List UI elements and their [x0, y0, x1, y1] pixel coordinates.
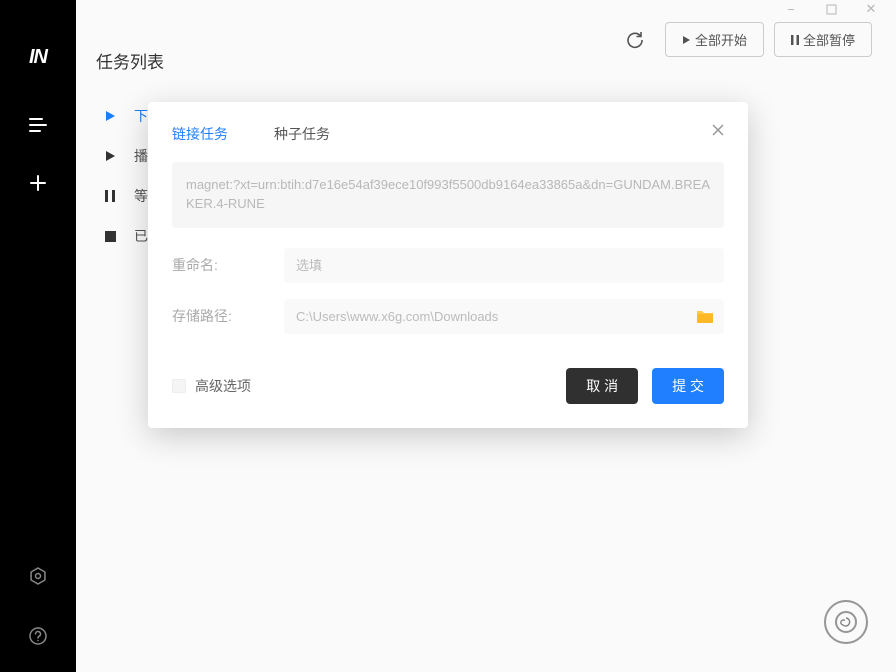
advanced-label: 高级选项	[195, 376, 251, 396]
advanced-options-checkbox[interactable]: 高级选项	[172, 376, 251, 396]
tab-seed-task[interactable]: 种子任务	[274, 124, 330, 144]
close-icon[interactable]	[708, 120, 728, 140]
tab-link-task[interactable]: 链接任务	[172, 124, 228, 144]
app-logo: IN	[29, 46, 47, 69]
sidebar: IN	[0, 0, 76, 672]
rename-label: 重命名:	[172, 255, 284, 275]
checkbox-box	[172, 379, 186, 393]
cancel-button[interactable]: 取 消	[566, 368, 638, 404]
rename-input[interactable]	[284, 248, 724, 283]
help-icon[interactable]	[22, 620, 54, 652]
submit-button[interactable]: 提 交	[652, 368, 724, 404]
add-task-dialog: 链接任务 种子任务 magnet:?xt=urn:btih:d7e16e54af…	[148, 102, 748, 428]
folder-icon[interactable]	[696, 308, 714, 324]
url-input[interactable]: magnet:?xt=urn:btih:d7e16e54af39ece10f99…	[172, 162, 724, 228]
path-input[interactable]	[284, 299, 724, 334]
add-task-icon[interactable]	[22, 167, 54, 199]
settings-icon[interactable]	[22, 560, 54, 592]
path-label: 存储路径:	[172, 306, 284, 326]
nav-menu-icon[interactable]	[22, 109, 54, 141]
